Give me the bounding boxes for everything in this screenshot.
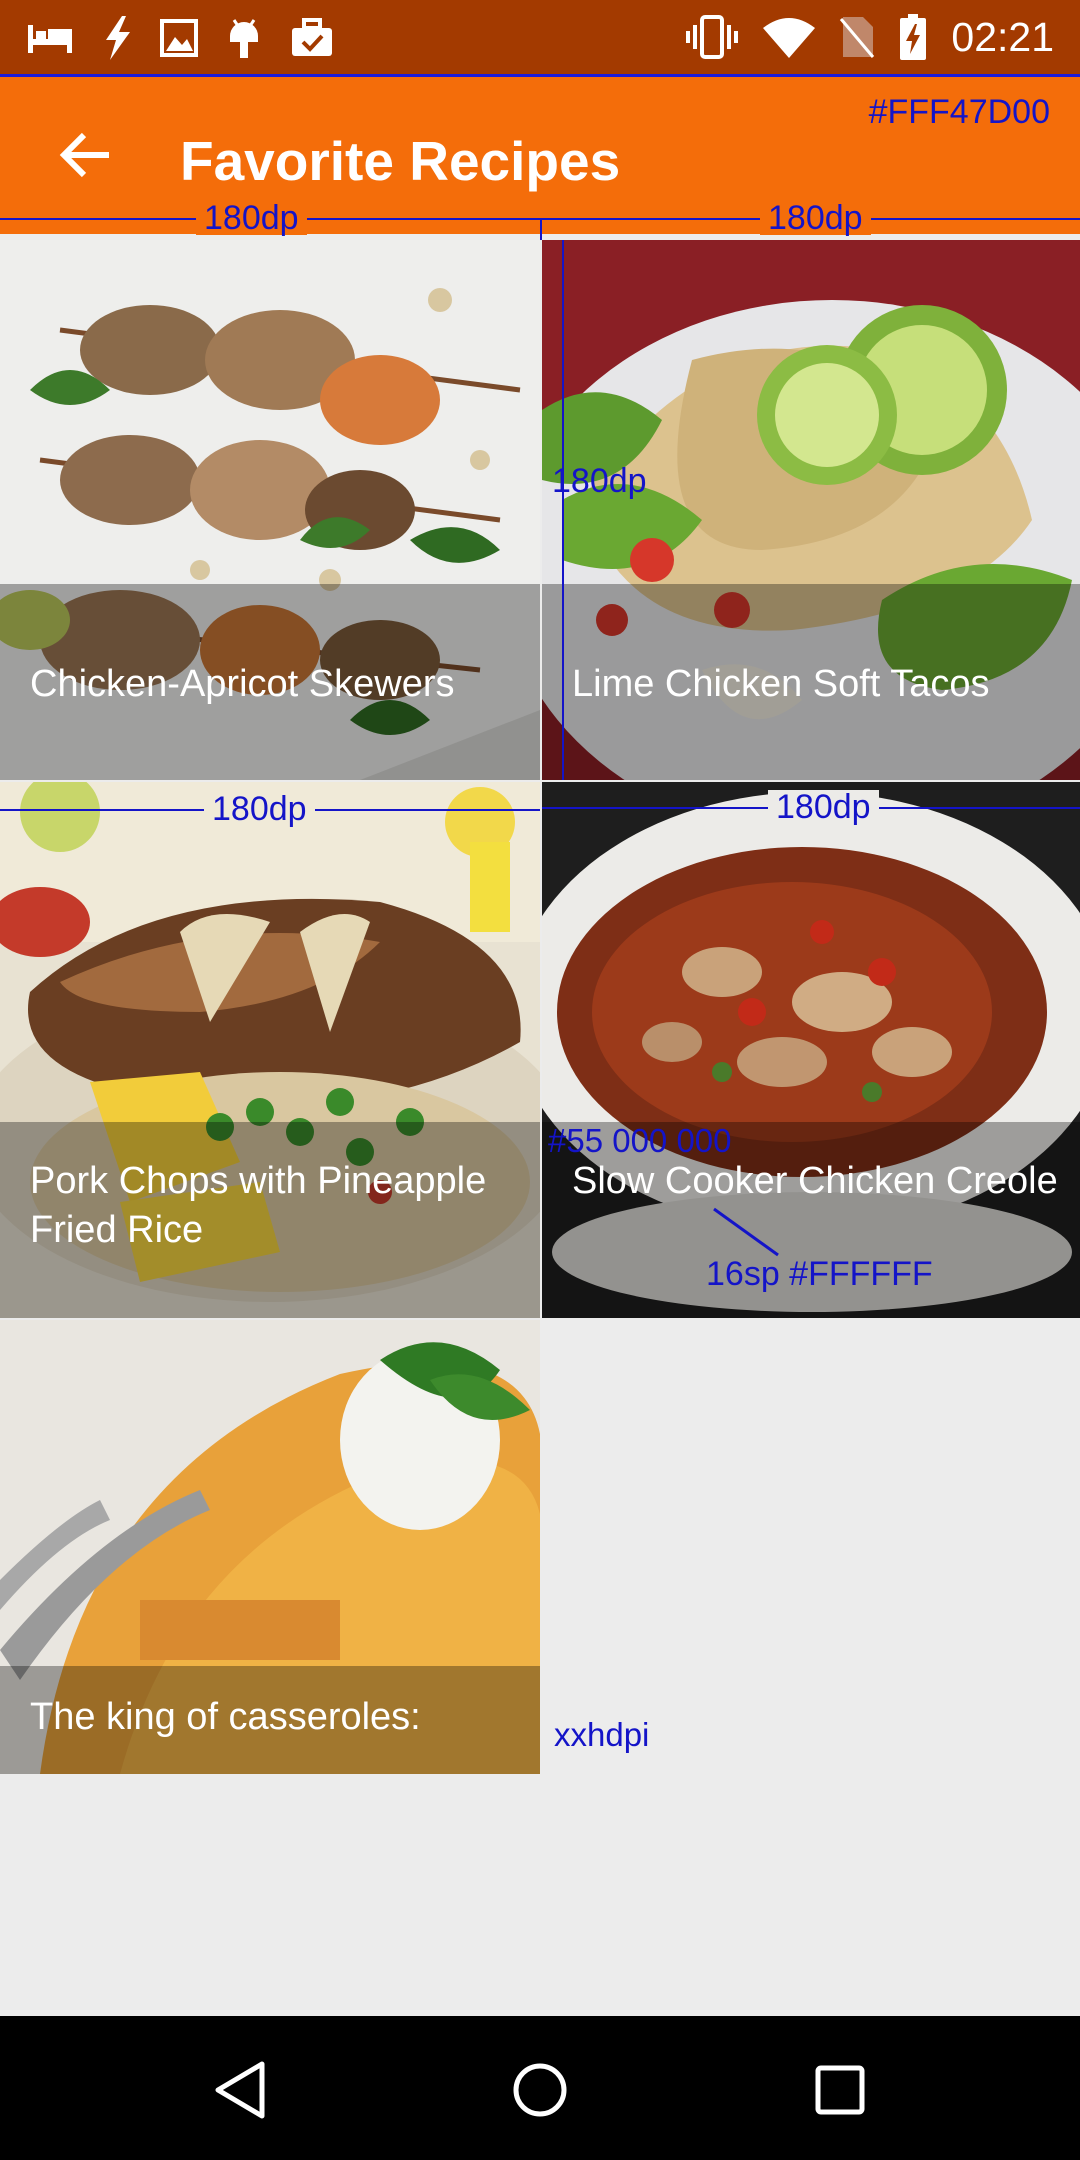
recipe-tile[interactable]: The king of casseroles: [0,1320,540,1774]
annotation-col2-width: 180dp [760,201,871,235]
annotation-row2-col2-width: 180dp [768,790,879,824]
recipe-tile[interactable]: Pork Chops with Pineapple Fried Rice 180… [0,782,540,1318]
annotation-density: xxhdpi [554,1716,650,1753]
annotation-caption-text: 16sp #FFFFFF [706,1255,933,1293]
nav-back-icon [212,2060,268,2124]
recipe-tile[interactable]: Slow Cooker Chicken Creole 180dp #55 000… [542,782,1080,1318]
empty-tile: xxhdpi [542,1320,1080,1774]
status-left-icons [26,14,334,62]
annotation-caption-bg: #55 000 000 [548,1122,732,1159]
annotation-pointer [713,1207,779,1257]
status-right-icons: 02:21 [685,12,1054,62]
sleep-icon [26,21,74,55]
page-title: Favorite Recipes [180,130,621,192]
recipe-grid: Chicken-Apricot Skewers Lime Chicken Sof… [0,240,1080,2160]
nav-home-icon [512,2062,568,2122]
flash-icon [102,16,132,60]
recipe-tile[interactable]: Lime Chicken Soft Tacos 180dp [542,240,1080,780]
status-bar: 02:21 [0,0,1080,74]
recipe-tile[interactable]: Chicken-Apricot Skewers [0,240,540,780]
recipe-title: Pork Chops with Pineapple Fried Rice [30,1160,487,1251]
android-icon [226,16,262,60]
briefcase-check-icon [290,18,334,58]
nav-home-button[interactable] [500,2052,580,2132]
recipe-title: Lime Chicken Soft Tacos [572,663,990,705]
image-icon [160,19,198,57]
back-arrow-icon [59,132,111,182]
back-button[interactable] [50,127,120,187]
annotation-tile-height: 180dp [552,462,647,500]
nav-back-button[interactable] [200,2052,280,2132]
navigation-bar [0,2016,1080,2160]
recipe-title: Slow Cooker Chicken Creole [572,1160,1058,1202]
measure-divider-top [540,218,542,240]
app-bar: Favorite Recipes #FFF47D00 [0,74,1080,234]
vibrate-icon [685,15,739,59]
annotation-app-bar-color: #FFF47D00 [868,93,1050,131]
measure-line-vertical [562,240,564,780]
battery-charging-icon [899,14,927,60]
status-time: 02:21 [951,14,1054,60]
wifi-icon [763,16,816,58]
nav-recents-icon [814,2064,866,2120]
no-sim-icon [839,15,875,59]
recipe-title: The king of casseroles: [30,1696,421,1738]
recipe-title: Chicken-Apricot Skewers [30,663,455,705]
annotation-col1-width: 180dp [196,201,307,235]
nav-recents-button[interactable] [800,2052,880,2132]
annotation-row2-col1-width: 180dp [204,792,315,826]
